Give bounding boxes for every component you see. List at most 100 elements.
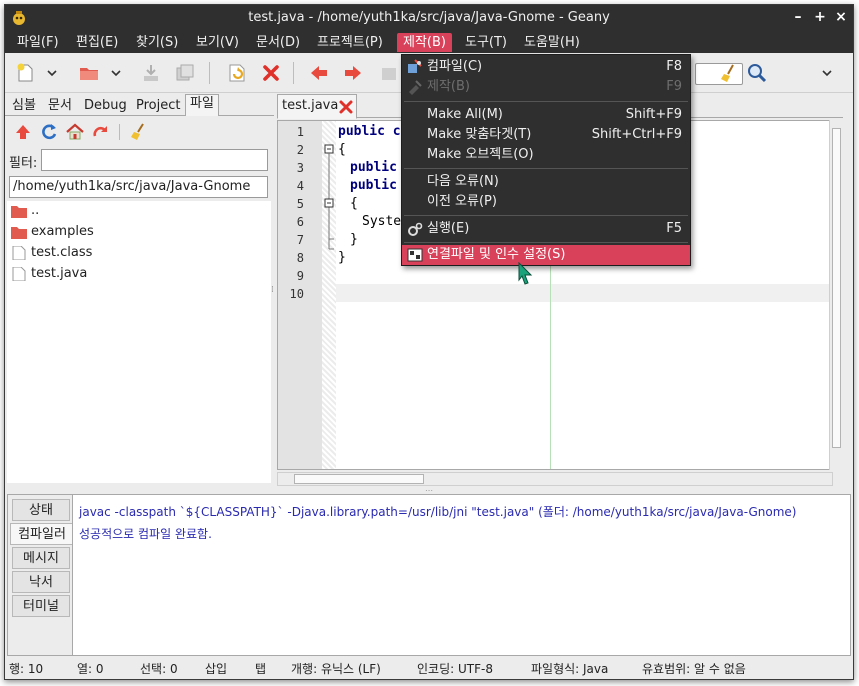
toolbar-separator <box>293 62 294 84</box>
path-input[interactable]: /home/yuth1ka/src/java/Java-Gnome <box>9 176 268 198</box>
menu-item-make-custom-target[interactable]: Make 맞춤타겟(T) Shift+Ctrl+F9 <box>402 125 690 145</box>
menu-file[interactable]: 파일(F) <box>11 33 65 52</box>
new-file-icon <box>17 63 33 82</box>
file-icon <box>12 246 26 260</box>
scrollbar-thumb[interactable] <box>294 474 424 484</box>
file-icon <box>12 267 26 281</box>
filter-input[interactable] <box>41 149 268 171</box>
compiler-message[interactable]: 성공적으로 컴파일 완료함. <box>79 525 212 542</box>
menu-item-compile[interactable]: 컴파일(C) F8 <box>402 57 690 77</box>
pane-resize-grip[interactable]: ⁞ <box>271 285 274 295</box>
find-button[interactable] <box>745 61 769 85</box>
tab-status[interactable]: 상태 <box>12 499 70 521</box>
close-file-button[interactable] <box>259 61 283 85</box>
menu-item-set-build-commands[interactable]: 연결파일 및 인수 설정(S) <box>402 245 690 265</box>
close-window-button[interactable]: × <box>832 8 850 26</box>
tab-debug[interactable]: Debug <box>79 96 132 116</box>
vertical-scrollbar[interactable] <box>829 120 843 470</box>
title-bar: test.java - /home/yuth1ka/src/java/Java-… <box>5 5 853 31</box>
tab-files[interactable]: 파일 <box>185 94 219 117</box>
horizontal-scrollbar[interactable] <box>277 472 833 486</box>
chevron-down-icon <box>822 70 832 77</box>
sidebar: 심볼 문서 Debug Project 파일 필터: /home/yuth1ka… <box>5 94 274 487</box>
new-file-dropdown[interactable] <box>45 61 59 85</box>
code-line: public c <box>338 124 401 139</box>
menu-search[interactable]: 찾기(S) <box>130 33 184 52</box>
line-number: 10 <box>289 287 304 301</box>
menu-item-make-object[interactable]: Make 오브젝트(O) <box>402 145 690 165</box>
menu-project[interactable]: 프로젝트(P) <box>311 33 389 52</box>
menu-document[interactable]: 문서(D) <box>250 33 306 52</box>
window-title: test.java - /home/yuth1ka/src/java/Java-… <box>248 10 610 25</box>
status-encoding: 인코딩: UTF-8 <box>417 662 493 676</box>
scrollbar-thumb[interactable] <box>832 128 841 448</box>
file-browser-panel: 필터: /home/yuth1ka/src/java/Java-Gnome ..… <box>5 116 274 487</box>
code-line: } <box>350 232 358 247</box>
line-number: 3 <box>296 161 304 175</box>
tab-messages[interactable]: 메시지 <box>12 547 70 569</box>
line-number: 9 <box>296 269 304 283</box>
save-button[interactable] <box>139 61 163 85</box>
broom-icon[interactable] <box>129 122 149 142</box>
compiler-message[interactable]: javac -classpath `${CLASSPATH}` -Djava.l… <box>79 503 796 520</box>
clear-search-button[interactable] <box>717 61 741 85</box>
menu-item-execute[interactable]: 실행(E) F5 <box>402 219 690 239</box>
menu-separator <box>404 168 688 169</box>
refresh-icon[interactable] <box>39 122 59 142</box>
status-filetype: 파일형식: Java <box>531 662 609 676</box>
menu-build[interactable]: 제작(B) <box>397 33 452 52</box>
menu-item-next-error[interactable]: 다음 오류(N) <box>402 172 690 192</box>
open-file-button[interactable] <box>77 61 101 85</box>
menu-separator <box>404 215 688 216</box>
folder-icon <box>11 206 27 218</box>
menu-item-previous-error[interactable]: 이전 오류(P) <box>402 192 690 212</box>
menu-item-build[interactable]: 제작(B) F9 <box>402 77 690 97</box>
tab-test-java[interactable]: test.java <box>277 94 357 119</box>
save-all-button[interactable] <box>173 61 197 85</box>
navigate-forward-button[interactable] <box>341 61 365 85</box>
new-file-button[interactable] <box>13 61 37 85</box>
status-bar: 행: 10 열: 0 선택: 0 삽입 탭 개행: 유닉스 (LF) 인코딩: … <box>5 657 853 679</box>
menu-separator <box>404 101 688 102</box>
compile-icon <box>408 59 422 73</box>
menu-view[interactable]: 보기(V) <box>190 33 245 52</box>
tab-symbols[interactable]: 심볼 <box>7 96 41 116</box>
compile-toolbar-button[interactable] <box>377 61 401 85</box>
chevron-down-icon <box>47 70 57 77</box>
arrow-right-icon <box>345 66 361 80</box>
file-name: .. <box>31 203 40 218</box>
folder-icon <box>11 227 27 239</box>
message-tabs: 상태 컴파일러 메시지 낙서 터미널 <box>8 495 74 655</box>
status-insert-mode: 삽입 <box>205 662 228 676</box>
save-all-icon <box>176 64 194 81</box>
redo-icon[interactable] <box>91 122 111 142</box>
file-name: test.class <box>31 245 93 260</box>
tab-terminal[interactable]: 터미널 <box>12 595 70 617</box>
build-menu: 컴파일(C) F8 제작(B) F9 Make All(M) Shift+F9 … <box>401 54 691 266</box>
tab-documents[interactable]: 문서 <box>43 96 77 116</box>
line-number: 1 <box>296 125 304 139</box>
tab-project[interactable]: Project <box>131 96 185 116</box>
arrow-up-icon[interactable] <box>13 122 33 142</box>
toolbar-overflow-button[interactable] <box>820 61 834 85</box>
menu-help[interactable]: 도움말(H) <box>518 33 586 52</box>
menu-edit[interactable]: 편집(E) <box>70 33 124 52</box>
tab-scribble[interactable]: 낙서 <box>12 571 70 593</box>
reload-button[interactable] <box>225 61 249 85</box>
file-name: examples <box>31 224 94 239</box>
open-recent-dropdown[interactable] <box>109 61 123 85</box>
minimize-button[interactable]: – <box>789 8 807 26</box>
navigate-back-button[interactable] <box>307 61 331 85</box>
menu-item-make-all[interactable]: Make All(M) Shift+F9 <box>402 105 690 125</box>
status-indent: 탭 <box>255 662 267 676</box>
code-line: { <box>350 196 358 211</box>
code-line: Syste <box>362 214 402 229</box>
tab-compiler[interactable]: 컴파일러 <box>10 523 74 545</box>
menu-tools[interactable]: 도구(T) <box>459 33 513 52</box>
chevron-down-icon <box>111 70 121 77</box>
close-tab-icon[interactable] <box>338 99 354 115</box>
status-column: 열: 0 <box>77 662 104 676</box>
geany-window: test.java - /home/yuth1ka/src/java/Java-… <box>4 4 854 680</box>
maximize-button[interactable]: + <box>811 8 829 26</box>
home-icon[interactable] <box>65 122 85 142</box>
